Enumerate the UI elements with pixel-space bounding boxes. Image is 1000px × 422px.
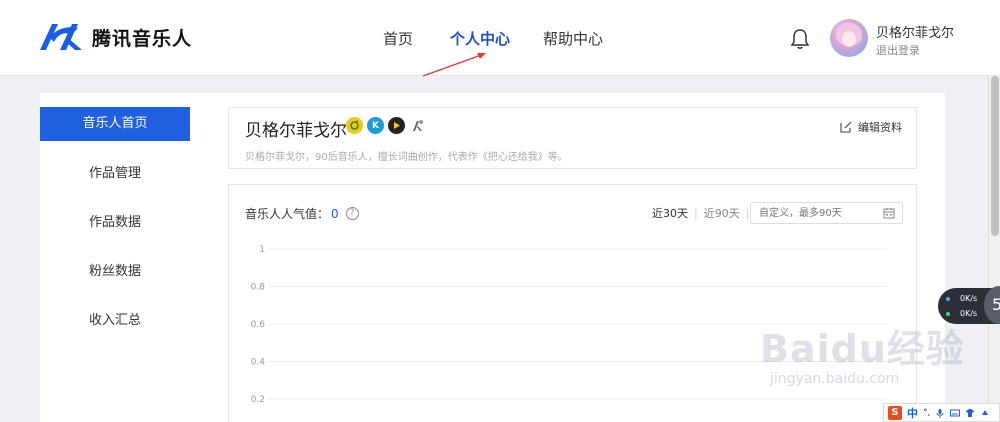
kugou-icon: K [367,117,384,134]
page-scrollbar[interactable] [988,76,1000,422]
ime-punctuation[interactable]: °, [923,408,930,418]
platform-badges: K [346,117,426,134]
more-icon[interactable] [980,408,990,418]
upload-speed: 0K/s [946,294,977,303]
nav-home[interactable]: 首页 [383,28,413,49]
sidebar-item-musician-home[interactable]: 音乐人首页 [40,107,190,141]
ime-chinese-mode[interactable]: 中 [907,405,918,421]
scrollbar-thumb[interactable] [991,76,999,236]
top-header: 腾讯音乐人 首页 个人中心 帮助中心 贝格尔菲戈尔 退出登录 [0,0,1000,76]
nav-help-center[interactable]: 帮助中心 [543,28,603,49]
artist-bio: 贝格尔菲戈尔，90后音乐人，擅长词曲创作，代表作《把心还给我》等。 [245,152,568,163]
upload-dot-icon [946,296,950,301]
bell-icon[interactable] [790,28,810,50]
edit-icon [840,121,852,133]
avatar-face-shape [842,31,856,47]
download-dot-icon [946,311,950,316]
y-tick-label: 0.4 [251,358,266,368]
profile-card: 贝格尔菲戈尔 K 编辑资料 贝格尔菲戈尔，90后音乐人，擅长词曲创作，代表作《把… [228,107,917,169]
sidebar-item-works-management[interactable]: 作品管理 [40,157,190,191]
artist-name: 贝格尔菲戈尔 [245,121,347,141]
username: 贝格尔菲戈尔 [876,26,955,41]
qq-music-icon [346,117,363,134]
edit-profile-label: 编辑资料 [858,121,902,134]
sidebar: 音乐人首页 作品管理 作品数据 粉丝数据 收入汇总 [40,93,190,422]
ime-toolbar: S 中 °, [883,403,1000,422]
keyboard-icon[interactable] [950,408,961,418]
skin-icon[interactable] [965,408,975,418]
edit-profile-button[interactable]: 编辑资料 [840,119,902,135]
tme-icon [409,117,426,134]
sidebar-item-works-data[interactable]: 作品数据 [40,206,190,240]
microphone-icon[interactable] [935,408,945,418]
upload-speed-value: 0K/s [960,294,978,303]
y-tick-label: 0.6 [251,320,266,330]
y-tick-label: 0.8 [251,283,266,293]
nav-personal-center[interactable]: 个人中心 [450,28,510,49]
download-speed-value: 0K/s [960,309,978,318]
avatar[interactable] [830,19,868,57]
y-tick-label: 1 [259,245,265,255]
download-speed: 0K/s [946,309,977,318]
sogou-icon[interactable]: S [888,405,902,420]
kuwo-icon [388,117,405,134]
y-tick-label: 0.2 [251,395,265,405]
logout-link[interactable]: 退出登录 [876,42,920,58]
sidebar-item-fans-data[interactable]: 粉丝数据 [40,255,190,289]
sidebar-item-income-summary[interactable]: 收入汇总 [40,304,190,338]
popularity-chart: 1 0.8 0.6 0.4 0.2 [251,245,887,405]
